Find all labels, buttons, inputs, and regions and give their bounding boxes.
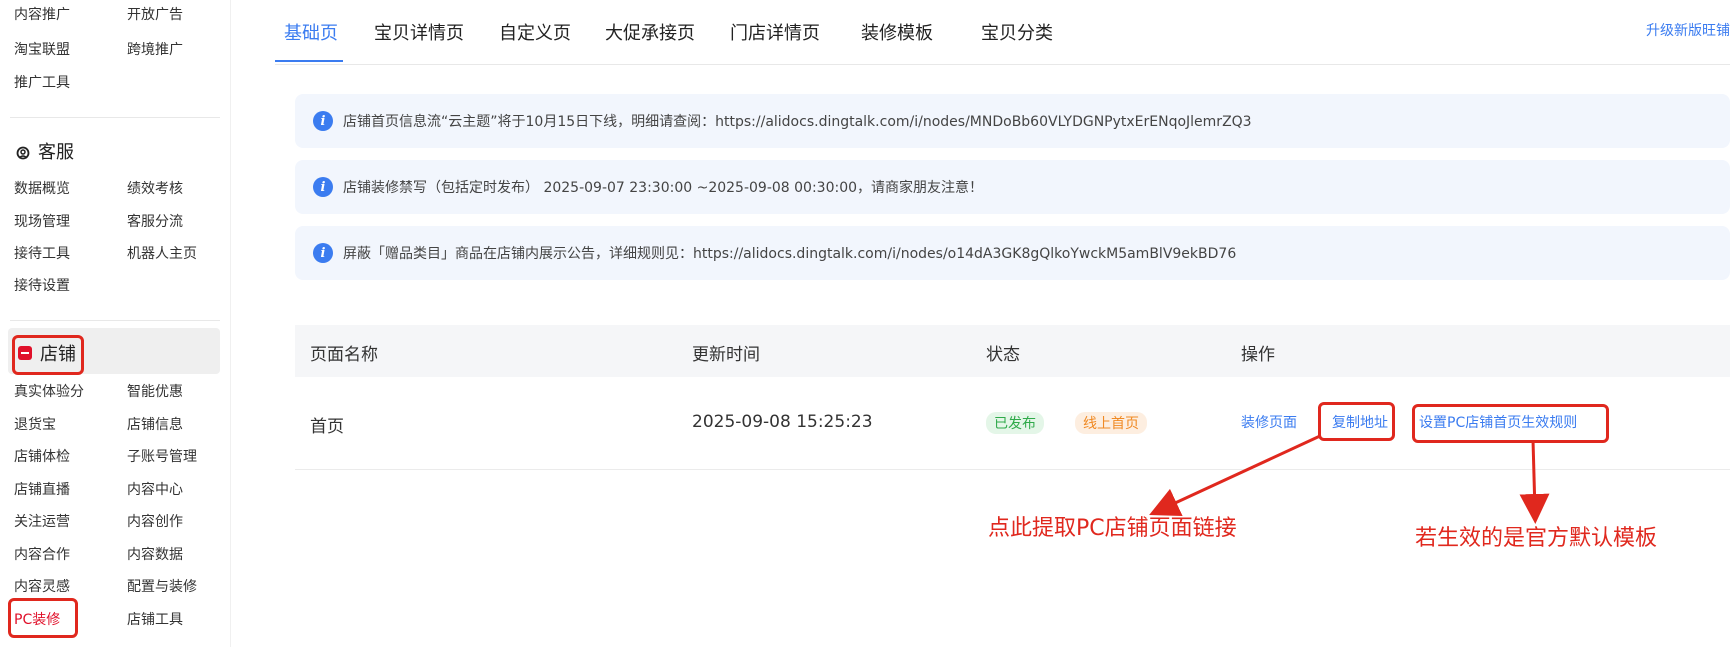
status-badge-published: 已发布: [986, 412, 1044, 434]
tab-store-detail[interactable]: 门店详情页: [730, 19, 820, 45]
sidebar-item-reception-settings[interactable]: 接待设置: [14, 275, 70, 295]
sidebar-item-content-inspiration[interactable]: 内容灵感: [14, 576, 70, 596]
header-update-time: 更新时间: [692, 345, 760, 365]
sidebar-item-content-collab[interactable]: 内容合作: [14, 544, 70, 564]
header-ops: 操作: [1241, 345, 1275, 365]
upgrade-shop-link[interactable]: 升级新版旺铺: [1646, 20, 1730, 40]
section-customer-service[interactable]: 客服: [16, 138, 74, 164]
annotation-rule-hint: 若生效的是官方默认模板: [1415, 526, 1658, 551]
sidebar-item-sub-accounts[interactable]: 子账号管理: [127, 446, 197, 466]
sidebar-item-onsite-mgmt[interactable]: 现场管理: [14, 211, 70, 231]
row-page-name: 首页: [310, 417, 344, 437]
sidebar-item-cs-routing[interactable]: 客服分流: [127, 211, 183, 231]
notice-banner: i 店铺首页信息流“云主题”将于10月15日下线，明细请查阅：https://a…: [295, 94, 1730, 148]
copy-url-link[interactable]: 复制地址: [1332, 412, 1388, 432]
row-update-time: 2025-09-08 15:25:23: [692, 412, 873, 432]
sidebar-item-performance[interactable]: 绩效考核: [127, 178, 183, 198]
sidebar-item-robot-home[interactable]: 机器人主页: [127, 243, 197, 263]
sidebar-item-config-decoration[interactable]: 配置与装修: [127, 576, 197, 596]
notice-text: 屏蔽「赠品类目」商品在店铺内展示公告，详细规则见：https://alidocs…: [343, 246, 1237, 262]
sidebar-item-shop-checkup[interactable]: 店铺体检: [14, 446, 70, 466]
sidebar-item-experience-score[interactable]: 真实体验分: [14, 381, 84, 401]
info-icon: i: [313, 177, 333, 197]
shop-icon: [18, 346, 32, 360]
sidebar-item-open-ads[interactable]: 开放广告: [127, 4, 183, 24]
table-header: 页面名称 更新时间 状态 操作: [295, 325, 1730, 377]
sidebar-item-taobao-union[interactable]: 淘宝联盟: [14, 39, 70, 59]
header-status: 状态: [986, 345, 1020, 365]
tab-decoration-template[interactable]: 装修模板: [861, 19, 933, 45]
sidebar-item-reception-tools[interactable]: 接待工具: [14, 243, 70, 263]
annotation-copy-hint: 点此提取PC店铺页面链接: [988, 516, 1237, 541]
sidebar-item-content-data[interactable]: 内容数据: [127, 544, 183, 564]
sidebar-item-shop-info[interactable]: 店铺信息: [127, 414, 183, 434]
sidebar-item-content-promo[interactable]: 内容推广: [14, 4, 70, 24]
sidebar-item-pc-decoration[interactable]: PC装修: [14, 609, 60, 629]
sidebar-item-cross-border[interactable]: 跨境推广: [127, 39, 183, 59]
info-icon: i: [313, 111, 333, 131]
table-row: 首页 2025-09-08 15:25:23 已发布 线上首页 装修页面 复制地…: [295, 377, 1730, 470]
section-title-label: 店铺: [40, 344, 76, 365]
header-page-name: 页面名称: [310, 345, 378, 365]
sidebar-item-data-overview[interactable]: 数据概览: [14, 178, 70, 198]
section-title-label: 客服: [38, 142, 74, 163]
notice-banner: i 店铺装修禁写（包括定时发布） 2025-09-07 23:30:00 ~20…: [295, 160, 1730, 214]
status-badge-online-home: 线上首页: [1075, 412, 1147, 434]
tab-item-category[interactable]: 宝贝分类: [981, 19, 1053, 45]
tab-bar: 基础页 宝贝详情页 自定义页 大促承接页 门店详情页 装修模板 宝贝分类 升级新…: [275, 0, 1730, 65]
tab-custom-page[interactable]: 自定义页: [499, 19, 571, 45]
info-icon: i: [313, 243, 333, 263]
sidebar-item-smart-discount[interactable]: 智能优惠: [127, 381, 183, 401]
decorate-page-link[interactable]: 装修页面: [1241, 412, 1297, 432]
sidebar-item-content-center[interactable]: 内容中心: [127, 479, 183, 499]
tab-item-detail[interactable]: 宝贝详情页: [374, 19, 464, 45]
notice-text: 店铺首页信息流“云主题”将于10月15日下线，明细请查阅：https://ali…: [343, 114, 1252, 130]
active-tab-underline: [275, 60, 343, 62]
sidebar: 内容推广 开放广告 淘宝联盟 跨境推广 推广工具 客服 数据概览 绩效考核 现场…: [0, 0, 231, 647]
sidebar-divider: [10, 117, 220, 118]
sidebar-item-shop-live[interactable]: 店铺直播: [14, 479, 70, 499]
tab-promo-landing[interactable]: 大促承接页: [605, 19, 695, 45]
main-content: 基础页 宝贝详情页 自定义页 大促承接页 门店详情页 装修模板 宝贝分类 升级新…: [275, 0, 1730, 647]
sidebar-item-content-creation[interactable]: 内容创作: [127, 511, 183, 531]
sidebar-item-follow-ops[interactable]: 关注运营: [14, 511, 70, 531]
tab-basic-page[interactable]: 基础页: [284, 19, 338, 45]
sidebar-item-return-insurance[interactable]: 退货宝: [14, 414, 56, 434]
sidebar-item-shop-tools[interactable]: 店铺工具: [127, 609, 183, 629]
notice-text: 店铺装修禁写（包括定时发布） 2025-09-07 23:30:00 ~2025…: [343, 180, 984, 196]
sidebar-divider: [10, 320, 220, 321]
sidebar-item-promo-tools[interactable]: 推广工具: [14, 72, 70, 92]
set-pc-home-rule-link[interactable]: 设置PC店铺首页生效规则: [1419, 412, 1577, 432]
section-shop[interactable]: 店铺: [18, 340, 76, 366]
notice-banner: i 屏蔽「赠品类目」商品在店铺内展示公告，详细规则见：https://alido…: [295, 226, 1730, 280]
headset-icon: [16, 144, 30, 160]
